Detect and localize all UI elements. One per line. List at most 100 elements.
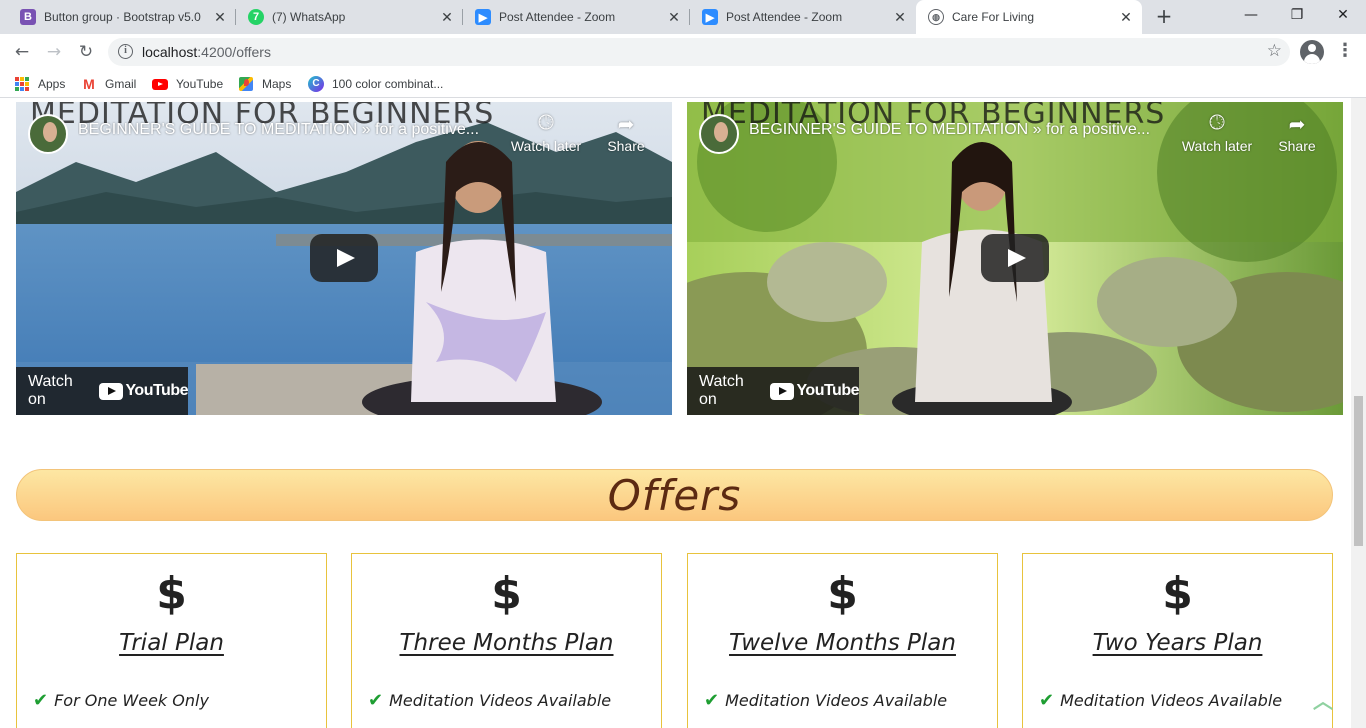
close-icon[interactable]: ✕ [892,9,908,26]
share-arrow-icon: ➦ [617,114,635,136]
profile-avatar-icon[interactable] [1300,40,1324,64]
url-text[interactable]: localhost:4200/offers [142,44,271,60]
watch-later-button[interactable]: 🕓︎ Watch later [1177,112,1257,154]
bookmark-color-combinations[interactable]: C 100 color combinat... [308,73,443,95]
bookmark-gmail[interactable]: M Gmail [81,73,136,95]
plan-feature: ✔ Meditation Videos Available [704,690,948,711]
apps-grid-icon [14,76,30,92]
share-label: Share [607,138,645,154]
youtube-logo-icon: YouTube [99,382,188,400]
plan-feature: ✔ Meditation Videos Available [368,690,612,711]
checkmark-icon: ✔ [704,690,720,711]
bookmark-label: 100 color combinat... [332,77,444,91]
restore-button[interactable]: ❐ [1274,0,1320,30]
window-close-button[interactable]: ✕ [1320,0,1366,30]
minimize-button[interactable]: — [1228,0,1274,30]
offers-heading: Offers [607,470,742,520]
checkmark-icon: ✔ [368,690,384,711]
share-button[interactable]: ➦ Share [586,112,666,154]
close-icon[interactable]: ✕ [212,9,228,26]
forward-arrow-icon[interactable]: → [42,40,66,64]
plan-card-twelve-months[interactable]: $ Twelve Months Plan ✔ Meditation Videos … [687,553,998,728]
youtube-embed-1[interactable]: MEDITATION FOR BEGINNERS BEGINNER'S GUID… [16,102,672,415]
tab-whatsapp[interactable]: 7 (7) WhatsApp ✕ [236,0,463,34]
scrollbar-thumb[interactable] [1354,396,1363,546]
tab-zoom-2[interactable]: ▶ Post Attendee - Zoom ✕ [690,0,916,34]
gmail-icon: M [83,76,95,92]
video-title[interactable]: BEGINNER'S GUIDE TO MEDITATION » for a p… [749,121,1179,139]
browser-menu-icon[interactable]: ⋮ [1336,40,1354,64]
watch-later-button[interactable]: 🕓︎ Watch later [506,112,586,154]
tab-title: Post Attendee - Zoom [726,10,843,24]
video-title[interactable]: BEGINNER'S GUIDE TO MEDITATION » for a p… [78,121,508,139]
bookmark-label: Maps [262,77,292,91]
dollar-icon: $ [1162,568,1193,619]
share-arrow-icon: ➦ [1288,114,1306,136]
tab-title: Care For Living [952,10,1035,24]
dollar-icon: $ [491,568,522,619]
share-label: Share [1278,138,1316,154]
dollar-icon: $ [827,568,858,619]
youtube-embed-2[interactable]: MEDITATION FOR BEGINNERS BEGINNER'S GUID… [687,102,1343,415]
tab-title: (7) WhatsApp [272,10,346,24]
watch-later-label: Watch later [1181,138,1253,154]
close-icon[interactable]: ✕ [666,9,682,26]
bootstrap-favicon-icon: B [20,9,36,25]
page-scrollbar[interactable] [1351,98,1366,728]
watch-later-label: Watch later [510,138,582,154]
watch-on-label: Watch on [699,373,744,408]
scroll-to-top-chevron-icon[interactable]: ︿ [1312,690,1334,712]
plan-card-three-months[interactable]: $ Three Months Plan ✔ Meditation Videos A… [351,553,662,728]
tab-zoom-1[interactable]: ▶ Post Attendee - Zoom ✕ [463,0,690,34]
dollar-icon: $ [156,568,187,619]
offers-heading-banner: Offers [16,469,1333,521]
youtube-icon [152,76,168,92]
zoom-favicon-icon: ▶ [702,9,718,25]
plan-feature: ✔ Meditation Videos Available [1039,690,1283,711]
youtube-logo-icon: YouTube [770,382,859,400]
checkmark-icon: ✔ [33,690,49,711]
tab-care-for-living[interactable]: ◍ Care For Living ✕ [916,0,1142,34]
close-icon[interactable]: ✕ [439,9,455,26]
bookmark-label: Apps [38,77,66,91]
clock-icon: 🕓︎ [538,112,554,134]
zoom-favicon-icon: ▶ [475,9,491,25]
channel-avatar[interactable] [699,114,739,154]
site-info-icon[interactable]: i [118,44,133,59]
tab-bootstrap[interactable]: B Button group · Bootstrap v5.0 ✕ [8,0,236,34]
plan-card-two-years[interactable]: $ Two Years Plan ✔ Meditation Videos Avai… [1022,553,1333,728]
address-bar[interactable]: i localhost:4200/offers ☆ [108,38,1290,66]
maps-icon [238,76,254,92]
browser-toolbar: ← → ↻ i localhost:4200/offers ☆ ⋮ [0,34,1366,70]
bookmark-maps[interactable]: Maps [238,73,291,95]
bookmark-apps[interactable]: Apps [14,73,65,95]
tab-title: Button group · Bootstrap v5.0 [44,10,201,24]
bookmark-star-icon[interactable]: ☆ [1267,41,1282,61]
plan-name[interactable]: Trial Plan [17,630,326,656]
reload-icon[interactable]: ↻ [74,40,98,64]
whatsapp-favicon-icon: 7 [248,9,264,25]
share-button[interactable]: ➦ Share [1257,112,1337,154]
watch-on-youtube-button[interactable]: Watch on YouTube [16,367,188,415]
play-button-icon[interactable] [310,234,378,282]
bookmark-youtube[interactable]: YouTube [152,73,223,95]
clock-icon: 🕓︎ [1209,112,1225,134]
globe-favicon-icon: ◍ [928,9,944,25]
plan-name[interactable]: Three Months Plan [352,630,661,656]
tab-title: Post Attendee - Zoom [499,10,616,24]
browser-tab-strip: B Button group · Bootstrap v5.0 ✕ 7 (7) … [0,0,1366,34]
channel-avatar[interactable] [28,114,68,154]
back-arrow-icon[interactable]: ← [10,40,34,64]
plan-name[interactable]: Twelve Months Plan [688,630,997,656]
play-button-icon[interactable] [981,234,1049,282]
checkmark-icon: ✔ [1039,690,1055,711]
plan-card-trial[interactable]: $ Trial Plan ✔ For One Week Only [16,553,327,728]
bookmarks-bar: Apps M Gmail YouTube Maps C 100 color co… [0,70,1366,98]
plan-name[interactable]: Two Years Plan [1023,630,1332,656]
close-icon[interactable]: ✕ [1118,9,1134,26]
watch-on-youtube-button[interactable]: Watch on YouTube [687,367,859,415]
new-tab-button[interactable]: + [1152,5,1176,29]
bookmark-label: Gmail [105,77,137,91]
page-viewport: MEDITATION FOR BEGINNERS BEGINNER'S GUID… [0,98,1366,728]
canva-icon: C [308,76,324,92]
